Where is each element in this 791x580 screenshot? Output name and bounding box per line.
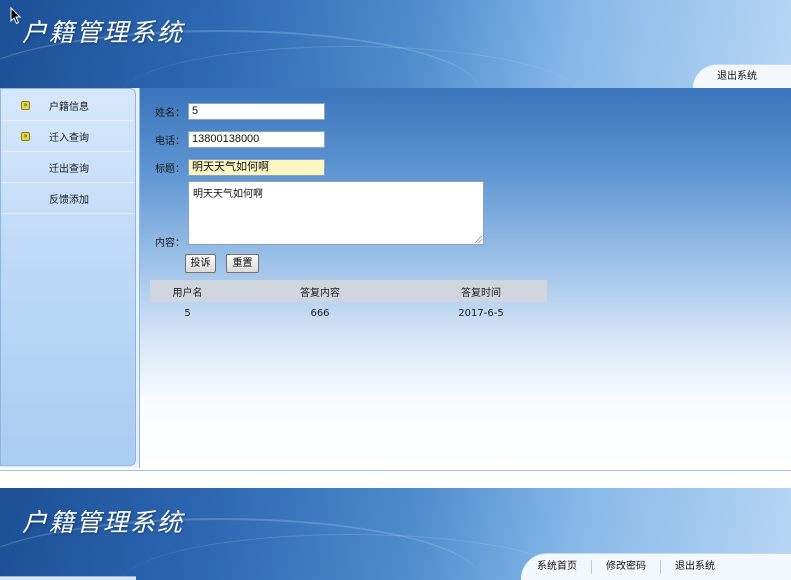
column-header-username: 用户名 — [150, 280, 225, 302]
sidebar-item-move-in-query[interactable]: » 迁入查询 — [1, 121, 135, 152]
app-title: 户籍管理系统 — [22, 18, 185, 47]
content-label: 内容： — [155, 238, 185, 249]
name-row: 姓名： 5 — [155, 103, 325, 120]
reset-button[interactable]: 重置 — [226, 254, 259, 273]
second-tabbar: 系统首页 修改密码 退出系统 — [521, 553, 791, 580]
submit-button[interactable]: 投诉 — [185, 254, 216, 273]
blank-bullet — [21, 163, 30, 172]
reply-table: 用户名 答复内容 答复时间 5 666 2017-6-5 — [150, 280, 547, 324]
cell-reply-content: 666 — [310, 307, 330, 319]
nav-change-password-link[interactable]: 修改密码 — [591, 560, 660, 574]
sidebar-item-label: 迁入查询 — [49, 132, 89, 144]
sidebar-item-label: 户籍信息 — [49, 101, 89, 113]
sidebar-item-huji-info[interactable]: » 户籍信息 — [1, 90, 135, 121]
phone-field[interactable]: 13800138000 — [188, 131, 325, 148]
name-label: 姓名： — [155, 108, 185, 119]
arrow-bullet-icon: » — [21, 131, 30, 141]
sidebar-item-label: 迁出查询 — [49, 163, 89, 175]
arrow-bullet-icon: » — [21, 100, 30, 110]
table-row: 5 666 2017-6-5 — [150, 302, 547, 324]
sidebar-item-label: 反馈添加 — [49, 194, 89, 206]
title-row: 标题： 明天天气如何啊 — [155, 159, 325, 176]
cell-username: 5 — [184, 307, 191, 319]
content-textarea[interactable]: 明天天气如何啊 — [188, 181, 484, 245]
table-header-row: 用户名 答复内容 答复时间 — [150, 280, 547, 302]
column-header-reply-content: 答复内容 — [225, 280, 415, 302]
resize-grip-icon[interactable] — [475, 236, 482, 243]
top-header: 户籍管理系统 退出系统 — [0, 0, 791, 88]
blank-bullet — [21, 194, 30, 203]
name-field[interactable]: 5 — [188, 103, 325, 120]
second-sidebar-top — [0, 576, 136, 580]
title-label: 标题： — [155, 164, 185, 175]
sidebar-item-feedback-add[interactable]: 反馈添加 — [1, 183, 135, 214]
top-tabbar: 退出系统 — [693, 64, 791, 88]
column-header-reply-time: 答复时间 — [415, 280, 547, 302]
content-text: 明天天气如何啊 — [193, 189, 263, 200]
phone-label: 电话： — [155, 136, 185, 147]
title-field[interactable]: 明天天气如何啊 — [188, 159, 325, 176]
sidebar-item-move-out-query[interactable]: 迁出查询 — [1, 152, 135, 183]
frame-divider — [0, 468, 791, 488]
nav-home-link[interactable]: 系统首页 — [537, 560, 591, 574]
second-app-title: 户籍管理系统 — [22, 508, 185, 537]
second-header: 户籍管理系统 系统首页 修改密码 退出系统 — [0, 488, 791, 580]
sidebar: » 户籍信息 » 迁入查询 迁出查询 反馈添加 — [0, 88, 136, 466]
nav-logout-link[interactable]: 退出系统 — [660, 560, 729, 574]
content-row: 内容： — [155, 234, 188, 249]
cell-reply-time: 2017-6-5 — [458, 307, 504, 319]
divider-line — [0, 470, 791, 471]
logout-link[interactable]: 退出系统 — [717, 70, 757, 84]
phone-row: 电话： 13800138000 — [155, 131, 325, 148]
main-panel: 姓名： 5 电话： 13800138000 标题： 明天天气如何啊 内容： 明天… — [139, 88, 791, 468]
